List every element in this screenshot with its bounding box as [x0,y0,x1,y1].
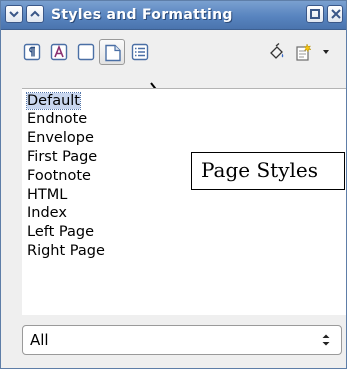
filter-selected-value: All [30,331,49,349]
fill-format-mode-button[interactable] [264,39,290,65]
list-item[interactable]: Default [26,92,81,110]
close-icon [331,9,341,19]
page-styles-button[interactable] [99,39,125,65]
list-item[interactable]: Left Page [27,223,94,241]
maximize-icon [310,9,320,19]
new-style-from-selection-icon [296,43,312,61]
list-item[interactable]: Footnote [27,167,91,185]
window-title: Styles and Formatting [51,7,233,23]
chevron-up-icon [30,10,40,17]
list-item[interactable]: Endnote [27,110,87,128]
list-item[interactable]: First Page [27,148,97,166]
new-style-from-selection-button[interactable] [291,39,317,65]
dropdown-arrow-icon [323,50,329,54]
style-filter-select[interactable]: All [22,325,342,355]
styles-and-formatting-window: Styles and Formatting Default Endnote En… [0,0,347,369]
style-actions-dropdown[interactable] [318,39,334,65]
list-item[interactable]: Right Page [27,242,105,260]
close-button[interactable] [327,5,343,23]
page-styles-callout: Page Styles [191,152,345,190]
list-item[interactable]: Index [27,204,67,222]
list-styles-button[interactable] [127,39,153,65]
frame-styles-button[interactable] [73,39,99,65]
frame-styles-icon [77,43,95,61]
fill-format-mode-icon [270,43,284,59]
list-item[interactable]: HTML [27,186,67,204]
title-bar[interactable]: Styles and Formatting [1,1,346,30]
chevron-down-icon [9,11,19,18]
maximize-button[interactable] [306,5,324,23]
updown-arrows-icon [322,334,330,346]
shade-up-button[interactable] [26,5,44,23]
page-styles-icon [105,44,121,62]
paragraph-styles-icon [23,43,41,61]
styles-toolbar [1,30,346,78]
paragraph-styles-button[interactable] [19,39,45,65]
character-styles-icon [50,43,68,61]
styles-list[interactable]: Default Endnote Envelope First Page Foot… [22,88,346,315]
list-item[interactable]: Envelope [27,129,94,147]
window-menu-button[interactable] [5,5,23,23]
character-styles-button[interactable] [46,39,72,65]
list-styles-icon [131,43,149,61]
